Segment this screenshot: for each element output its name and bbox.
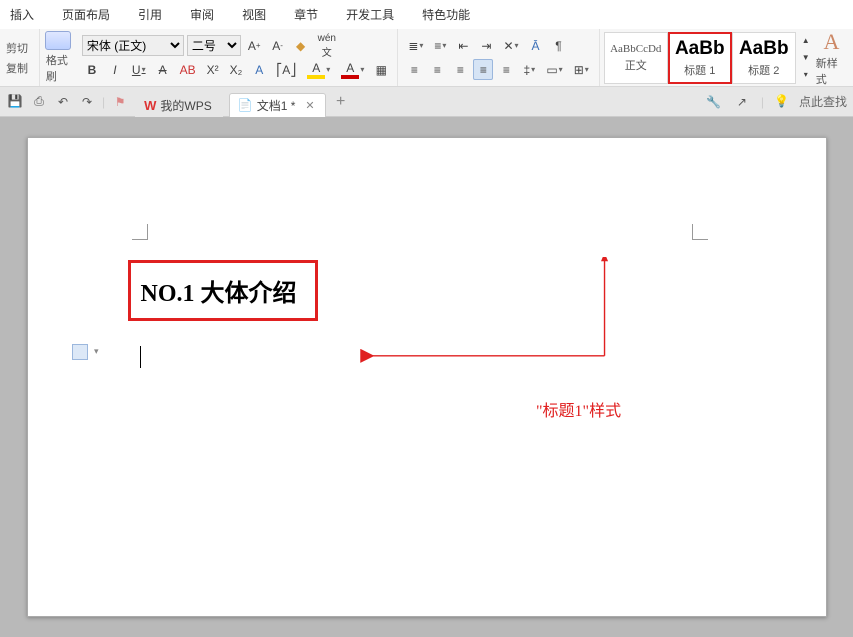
search-hint[interactable]: 点此查找 (799, 93, 847, 110)
print-icon[interactable]: ⎙ (30, 93, 48, 111)
underline-button[interactable]: U▾ (128, 59, 150, 80)
menu-view[interactable]: 视图 (242, 6, 266, 23)
subscript-button[interactable]: X₂ (226, 59, 247, 80)
external-icon[interactable]: ↗ (733, 93, 751, 111)
cut-button[interactable]: 剪切 (6, 40, 28, 56)
menu-sections[interactable]: 章节 (294, 6, 318, 23)
menu-bar: 插入 页面布局 引用 审阅 视图 章节 开发工具 特色功能 (0, 0, 853, 29)
style-scroll: ▲ ▼ ▾ (796, 32, 810, 84)
font-group: 宋体 (正文) 二号 A+ A- ◆ wén文 B I U▾ A AB X² X… (76, 29, 398, 86)
align-left-button[interactable]: ≡ (404, 59, 424, 80)
style-scroll-up[interactable]: ▲ (796, 32, 816, 49)
menu-insert[interactable]: 插入 (10, 6, 34, 23)
margin-corner-tl (132, 224, 148, 240)
menu-pagelayout[interactable]: 页面布局 (62, 6, 110, 23)
shading-button[interactable]: ▭▾ (542, 59, 566, 80)
page[interactable]: NO.1 大体介绍 (27, 137, 827, 617)
new-style-group[interactable]: A 新样式 (810, 29, 853, 86)
align-right-button[interactable]: ≡ (450, 59, 470, 80)
phonetic-button[interactable]: wén文 (314, 35, 340, 56)
strike-button[interactable]: A (153, 59, 173, 80)
menu-devtools[interactable]: 开发工具 (346, 6, 394, 23)
undo-icon[interactable]: ↶ (54, 93, 72, 111)
wrench-icon[interactable]: 🔧 (705, 93, 723, 111)
tab-bar: 💾 ⎙ ↶ ↷ | ⚑ W 我的WPS 📄 文档1 * ✕ + 🔧 ↗ | 💡 … (0, 87, 853, 117)
new-style-icon: A (823, 29, 839, 55)
tab-document1[interactable]: 📄 文档1 * ✕ (229, 93, 326, 117)
font-size-select[interactable]: 二号 (187, 35, 241, 56)
increase-indent-button[interactable]: ⇥ (476, 35, 496, 56)
menu-special[interactable]: 特色功能 (422, 6, 470, 23)
new-tab-button[interactable]: + (332, 93, 350, 111)
redo-icon[interactable]: ↷ (78, 93, 96, 111)
save-icon[interactable]: 💾 (6, 93, 24, 111)
text-cursor (140, 346, 141, 368)
text-direction-button[interactable]: ✕▾ (499, 35, 522, 56)
font-select[interactable]: 宋体 (正文) (82, 35, 184, 56)
borders-button[interactable]: ⊞▾ (570, 59, 593, 80)
char-shading-button[interactable]: ▦ (371, 59, 391, 80)
menu-review[interactable]: 审阅 (190, 6, 214, 23)
superscript-button[interactable]: X² (203, 59, 223, 80)
change-case-button[interactable]: A (249, 59, 269, 80)
format-painter-button[interactable]: 格式刷 (46, 52, 70, 84)
highlight-button[interactable]: A▾ (303, 59, 334, 80)
sort-button[interactable]: Ā (526, 35, 546, 56)
margin-corner-tr (692, 224, 708, 240)
heading-text[interactable]: NO.1 大体介绍 (141, 281, 297, 307)
wps-logo-icon: W (144, 98, 156, 113)
bold-button[interactable]: B (82, 59, 102, 80)
tab-mywps[interactable]: W 我的WPS (135, 93, 223, 117)
doc-icon: 📄 (238, 98, 253, 113)
close-icon[interactable]: ✕ (305, 99, 314, 112)
bulb-icon: 💡 (774, 94, 789, 109)
show-marks-button[interactable]: ¶ (549, 35, 569, 56)
bullets-button[interactable]: ≣▾ (404, 35, 427, 56)
new-style-label: 新样式 (816, 55, 847, 87)
heading-annotation-box: NO.1 大体介绍 (128, 260, 318, 321)
decrease-indent-button[interactable]: ⇤ (453, 35, 473, 56)
ribbon: 剪切 复制 格式刷 宋体 (正文) 二号 A+ A- ◆ wén文 B I U▾… (0, 29, 853, 87)
char-border-button[interactable]: ⎡A⎦ (272, 59, 300, 80)
document-area: NO.1 大体介绍 "标题1"样式 (0, 117, 853, 637)
paste-icon[interactable] (45, 31, 71, 50)
grow-font-button[interactable]: A+ (244, 35, 265, 56)
shrink-font-button[interactable]: A- (268, 35, 288, 56)
paste-group: 格式刷 (40, 29, 76, 86)
emphasis-button[interactable]: AB (176, 59, 200, 80)
align-justify-button[interactable]: ≡ (473, 59, 493, 80)
font-color-button[interactable]: A▾ (337, 59, 368, 80)
paragraph-group: ≣▾ ≡▾ ⇤ ⇥ ✕▾ Ā ¶ ≡ ≡ ≡ ≡ ≡ ‡▾ ▭▾ ⊞▾ (398, 29, 599, 86)
align-center-button[interactable]: ≡ (427, 59, 447, 80)
clipboard-group: 剪切 复制 (0, 29, 40, 86)
numbering-button[interactable]: ≡▾ (430, 35, 450, 56)
line-spacing-button[interactable]: ‡▾ (519, 59, 539, 80)
menu-references[interactable]: 引用 (138, 6, 162, 23)
align-distribute-button[interactable]: ≡ (496, 59, 516, 80)
style-expand[interactable]: ▾ (796, 66, 816, 83)
styles-group: AaBbCcDd 正文 AaBb 标题 1 AaBb 标题 2 ▲ ▼ ▾ (600, 29, 810, 86)
clear-format-button[interactable]: ◆ (291, 35, 311, 56)
flag-icon[interactable]: ⚑ (111, 93, 129, 111)
style-normal[interactable]: AaBbCcDd 正文 (604, 32, 668, 84)
smart-tag-icon[interactable] (72, 344, 88, 360)
copy-button[interactable]: 复制 (6, 60, 28, 76)
italic-button[interactable]: I (105, 59, 125, 80)
style-heading1[interactable]: AaBb 标题 1 (668, 32, 732, 84)
style-heading2[interactable]: AaBb 标题 2 (732, 32, 796, 84)
style-scroll-down[interactable]: ▼ (796, 49, 816, 66)
